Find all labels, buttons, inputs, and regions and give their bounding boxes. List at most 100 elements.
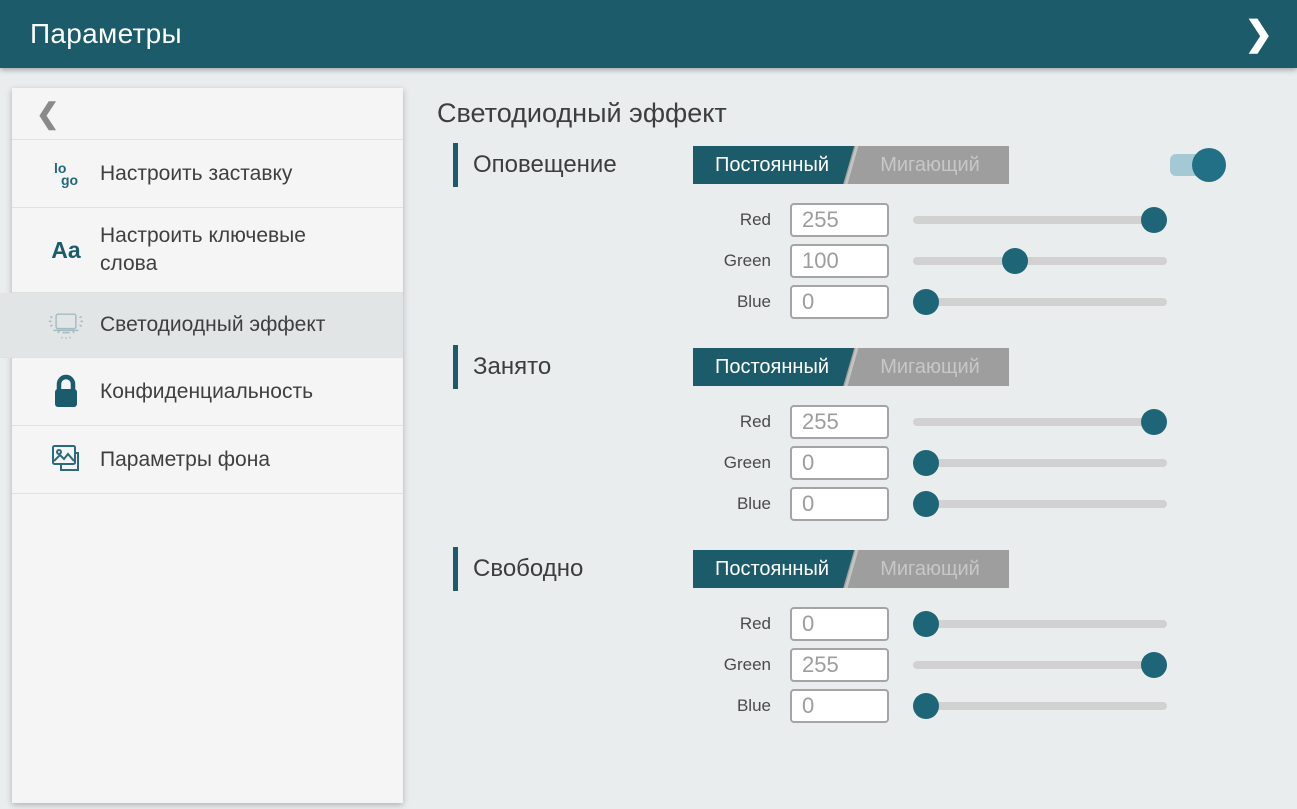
sidebar-item-label: Светодиодный эффект [100, 311, 325, 339]
chevron-left-icon: ❮ [36, 100, 59, 128]
channel-label: Blue [680, 292, 790, 312]
sidebar-item-label: Параметры фона [100, 446, 270, 474]
channel-value-input-red[interactable] [790, 607, 889, 641]
channel-slider-green[interactable] [913, 248, 1167, 274]
sidebar-item-3[interactable]: Светодиодный эффект [0, 293, 403, 358]
channel-value-input-blue[interactable] [790, 689, 889, 723]
channel-label: Green [680, 251, 790, 271]
channel-value-input-blue[interactable] [790, 487, 889, 521]
led-section-2: Занято Постоянный Мигающий Red [437, 343, 1297, 521]
color-channel-row: Blue [680, 285, 1297, 319]
channel-value-input-green[interactable] [790, 446, 889, 480]
channel-slider-red[interactable] [913, 409, 1167, 435]
channel-value-input-green[interactable] [790, 648, 889, 682]
mode-option-blinking[interactable]: Мигающий [851, 146, 1009, 184]
channel-label: Blue [680, 696, 790, 716]
toggle-knob [1192, 148, 1226, 182]
mode-option-constant-label: Постоянный [715, 558, 829, 581]
sidebar-item-label: Настроить ключевые слова [100, 222, 340, 278]
sidebar-item-1[interactable]: logo Настроить заставку [12, 140, 403, 208]
channel-slider-blue[interactable] [913, 693, 1167, 719]
mode-option-blinking-label: Мигающий [880, 356, 980, 379]
sidebar-item-label: Конфиденциальность [100, 378, 313, 406]
images-icon [48, 442, 84, 478]
slider-track [913, 216, 1167, 224]
channel-value-input-green[interactable] [790, 244, 889, 278]
main-content: Светодиодный эффект Оповещение Постоянны… [403, 68, 1297, 809]
slider-track [913, 620, 1167, 628]
channel-slider-blue[interactable] [913, 491, 1167, 517]
slider-thumb[interactable] [1002, 248, 1028, 274]
color-channel-row: Blue [680, 689, 1297, 723]
mode-option-constant-label: Постоянный [715, 356, 829, 379]
slider-track [913, 500, 1167, 508]
slider-thumb[interactable] [913, 611, 939, 637]
mode-segmented-control: Постоянный Мигающий [693, 550, 1009, 588]
mode-option-constant-label: Постоянный [715, 154, 829, 177]
led-sections: Оповещение Постоянный Мигающий Red [437, 141, 1297, 723]
slider-thumb[interactable] [1141, 409, 1167, 435]
color-channel-row: Blue [680, 487, 1297, 521]
mode-segmented-control: Постоянный Мигающий [693, 348, 1009, 386]
color-channel-row: Green [680, 648, 1297, 682]
color-channel-row: Green [680, 244, 1297, 278]
slider-thumb[interactable] [1141, 207, 1167, 233]
enable-toggle[interactable] [1170, 147, 1226, 183]
slider-track [913, 459, 1167, 467]
slider-track [913, 298, 1167, 306]
led-section-3: Свободно Постоянный Мигающий Red [437, 545, 1297, 723]
logo-icon: logo [48, 156, 84, 192]
slider-thumb[interactable] [913, 491, 939, 517]
channel-slider-red[interactable] [913, 611, 1167, 637]
section-accent-bar [453, 547, 458, 591]
back-button[interactable]: ❮ [12, 88, 403, 140]
channel-slider-blue[interactable] [913, 289, 1167, 315]
channel-label: Blue [680, 494, 790, 514]
mode-option-constant[interactable]: Постоянный [693, 146, 851, 184]
sidebar: ❮ logo Настроить заставку Aa Настроить к… [12, 88, 403, 803]
channel-label: Green [680, 453, 790, 473]
section-label: Оповещение [473, 151, 693, 179]
channel-value-input-red[interactable] [790, 405, 889, 439]
slider-thumb[interactable] [1141, 652, 1167, 678]
led-section-1: Оповещение Постоянный Мигающий Red [437, 141, 1297, 319]
mode-option-blinking[interactable]: Мигающий [851, 550, 1009, 588]
layout: ❮ logo Настроить заставку Aa Настроить к… [0, 68, 1297, 809]
mode-option-constant[interactable]: Постоянный [693, 550, 851, 588]
slider-thumb[interactable] [913, 450, 939, 476]
channel-value-input-blue[interactable] [790, 285, 889, 319]
led-display-icon [48, 307, 84, 343]
color-channel-row: Red [680, 607, 1297, 641]
chevron-right-icon[interactable]: ❯ [1245, 17, 1274, 51]
color-channel-row: Red [680, 405, 1297, 439]
slider-track [913, 418, 1167, 426]
keywords-icon: Aa [48, 232, 84, 268]
page-title: Параметры [30, 18, 182, 50]
channel-label: Red [680, 412, 790, 432]
slider-track [913, 661, 1167, 669]
section-label: Занято [473, 353, 693, 381]
channel-label: Green [680, 655, 790, 675]
slider-thumb[interactable] [913, 289, 939, 315]
channel-label: Red [680, 210, 790, 230]
channel-slider-red[interactable] [913, 207, 1167, 233]
slider-thumb[interactable] [913, 693, 939, 719]
sidebar-item-5[interactable]: Параметры фона [12, 426, 403, 494]
color-channel-row: Green [680, 446, 1297, 480]
channel-label: Red [680, 614, 790, 634]
channel-value-input-red[interactable] [790, 203, 889, 237]
sidebar-item-2[interactable]: Aa Настроить ключевые слова [12, 208, 403, 293]
sidebar-item-label: Настроить заставку [100, 160, 292, 188]
channel-slider-green[interactable] [913, 450, 1167, 476]
mode-option-blinking[interactable]: Мигающий [851, 348, 1009, 386]
mode-option-blinking-label: Мигающий [880, 558, 980, 581]
channel-slider-green[interactable] [913, 652, 1167, 678]
slider-track [913, 257, 1167, 265]
lock-icon [48, 374, 84, 410]
app-header: Параметры ❯ [0, 0, 1297, 68]
mode-option-blinking-label: Мигающий [880, 154, 980, 177]
color-channel-row: Red [680, 203, 1297, 237]
mode-option-constant[interactable]: Постоянный [693, 348, 851, 386]
content-title: Светодиодный эффект [437, 98, 1297, 129]
sidebar-item-4[interactable]: Конфиденциальность [12, 358, 403, 426]
